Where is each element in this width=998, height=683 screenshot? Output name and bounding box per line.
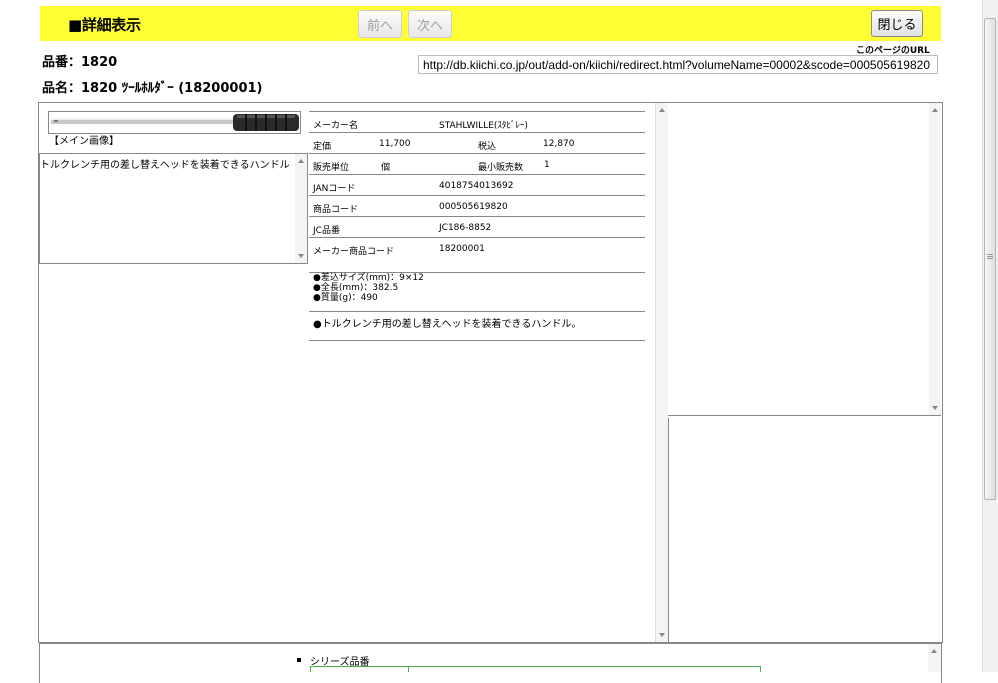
page-title: ■詳細表示 (68, 16, 141, 34)
spec-value: STAHLWILLE(ｽﾀﾋﾞﾚｰ) (439, 121, 528, 131)
scroll-down-icon[interactable] (298, 254, 304, 258)
spec-value: 11,700 (379, 139, 411, 149)
spec-label: メーカー名 (313, 121, 359, 131)
spec-value: 4018754013692 (439, 181, 514, 191)
spec-label: JC品番 (313, 226, 340, 236)
page-url-field[interactable]: http://db.kiichi.co.jp/out/add-on/kiichi… (418, 55, 938, 74)
spec-row-maker-code: メーカー商品コード 18200001 (309, 237, 645, 273)
spec-value: 個 (381, 163, 391, 173)
product-note: ●トルクレンチ用の差し替えヘッドを装着できるハンドル。 (313, 319, 582, 330)
spec-value: 1 (544, 160, 550, 170)
spec-label: 販売単位 (313, 163, 350, 173)
description-scrollbar[interactable] (295, 154, 307, 263)
scroll-down-icon[interactable] (932, 406, 938, 410)
part-name: 品名：1820 ﾂｰﾙﾎﾙﾀﾞｰ (18200001) (42, 81, 263, 96)
detail-scrollbar[interactable] (655, 103, 668, 642)
spec-label: 税込 (478, 142, 497, 152)
spec-row-unit: 販売単位 個 最小販売数 1 (309, 153, 645, 174)
spec-row-price: 定価 11,700 税込 12,870 (309, 132, 645, 153)
spec-row-jc: JC品番 JC186-8852 (309, 216, 645, 237)
feature-list: ●差込サイズ(mm)：9×12 ●全長(mm)：382.5 ●質量(g)：490 (313, 273, 424, 303)
scroll-up-icon[interactable] (931, 649, 937, 653)
series-table-divider (408, 666, 409, 672)
right-upper-frame (668, 103, 941, 416)
spec-row-code: 商品コード 000505619820 (309, 195, 645, 216)
tool-holder-image (51, 114, 299, 131)
description-text: トルクレンチ用の差し替えヘッドを装着できるハンドル (40, 160, 290, 171)
spec-label: 最小販売数 (478, 163, 524, 173)
spec-value: 12,870 (543, 139, 575, 149)
series-scrollbar[interactable] (928, 644, 941, 672)
series-table (310, 666, 761, 672)
feature-item: ●全長(mm)：382.5 (313, 283, 399, 293)
next-button[interactable]: 次へ (408, 10, 452, 38)
description-textbox[interactable]: トルクレンチ用の差し替えヘッドを装着できるハンドル (39, 153, 308, 264)
grip-icon (987, 254, 993, 260)
spec-label: 商品コード (313, 205, 359, 215)
main-image-label: 【メイン画像】 (49, 136, 119, 147)
feature-item: ●差込サイズ(mm)：9×12 (313, 273, 424, 283)
header-bar (40, 6, 941, 41)
main-product-image[interactable] (48, 111, 301, 134)
feature-item: ●質量(g)：490 (313, 293, 378, 303)
spec-label: メーカー商品コード (313, 247, 395, 257)
spec-label: 定価 (313, 142, 332, 152)
divider (309, 311, 645, 312)
spec-table: メーカー名 STAHLWILLE(ｽﾀﾋﾞﾚｰ) 定価 11,700 税込 12… (309, 111, 645, 273)
spec-row-jan: JANコード 4018754013692 (309, 174, 645, 195)
spec-value: 000505619820 (439, 202, 508, 212)
right-lower-frame (668, 418, 941, 642)
close-button[interactable]: 閉じる (871, 10, 923, 37)
series-panel (39, 643, 942, 683)
scroll-up-icon[interactable] (932, 108, 938, 112)
part-number: 品番：1820 (42, 55, 118, 70)
spec-label: JANコード (313, 184, 356, 194)
prev-button[interactable]: 前へ (358, 10, 402, 38)
spec-row-maker: メーカー名 STAHLWILLE(ｽﾀﾋﾞﾚｰ) (309, 111, 645, 132)
scroll-up-icon[interactable] (659, 108, 665, 112)
bullet-icon (297, 658, 301, 662)
spec-value: JC186-8852 (439, 223, 492, 233)
scroll-down-icon[interactable] (659, 633, 665, 637)
scroll-up-icon[interactable] (298, 159, 304, 163)
spec-value: 18200001 (439, 244, 485, 254)
divider (309, 340, 645, 341)
right-upper-scrollbar[interactable] (929, 103, 941, 415)
